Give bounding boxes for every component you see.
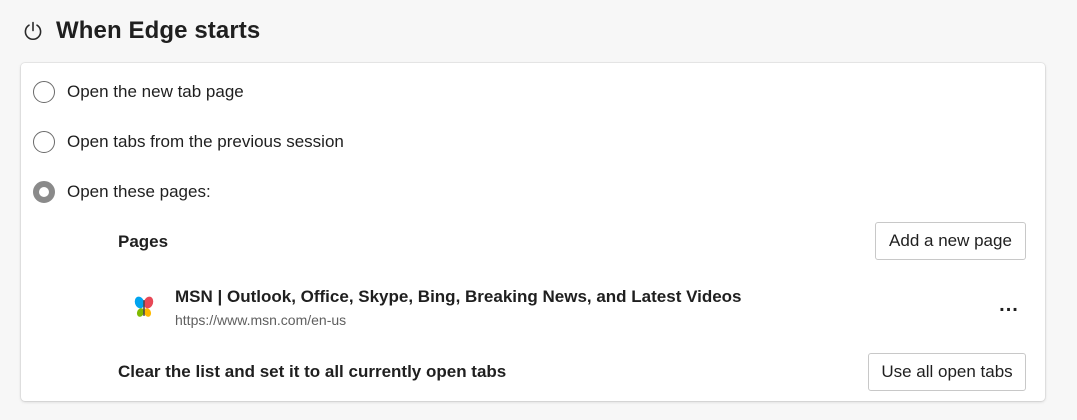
power-icon [22, 20, 44, 42]
radio-label-new-tab-page: Open the new tab page [67, 82, 244, 101]
pages-heading: Pages [118, 232, 169, 251]
page-list-item: MSN | Outlook, Office, Skype, Bing, Brea… [129, 285, 1024, 333]
startup-options-card: Open the new tab page Open tabs from the… [21, 63, 1045, 401]
more-options-button[interactable]: ... [994, 291, 1024, 319]
add-new-page-button[interactable]: Add a new page [875, 222, 1026, 260]
radio-button-previous-session[interactable] [33, 131, 55, 153]
radio-label-open-these-pages: Open these pages: [67, 182, 211, 201]
radio-label-previous-session: Open tabs from the previous session [67, 132, 344, 151]
radio-option-new-tab-page[interactable]: Open the new tab page [33, 79, 244, 105]
section-header: When Edge starts [22, 14, 260, 48]
radio-button-open-these-pages[interactable] [33, 181, 55, 203]
radio-button-new-tab-page[interactable] [33, 81, 55, 103]
use-all-open-tabs-button[interactable]: Use all open tabs [868, 353, 1026, 391]
radio-option-open-these-pages[interactable]: Open these pages: [33, 179, 211, 205]
clear-list-description: Clear the list and set it to all current… [118, 362, 507, 381]
page-title: MSN | Outlook, Office, Skype, Bing, Brea… [175, 287, 742, 306]
radio-option-previous-session[interactable]: Open tabs from the previous session [33, 129, 344, 155]
section-title: When Edge starts [56, 17, 261, 44]
msn-butterfly-icon [129, 292, 159, 322]
page-url: https://www.msn.com/en-us [175, 312, 347, 328]
